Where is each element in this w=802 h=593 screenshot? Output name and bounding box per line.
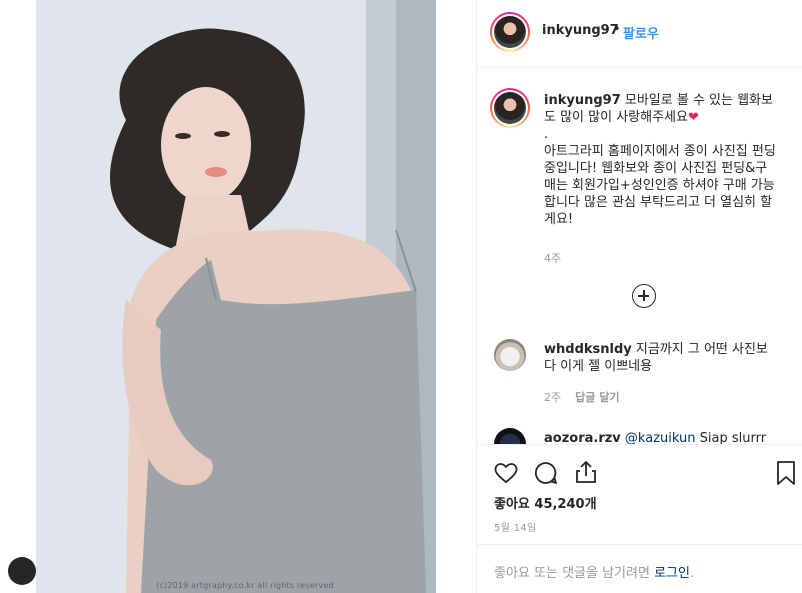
bookmark-icon[interactable] (773, 460, 799, 486)
comment-meta: 2주 답글 달기 (544, 389, 619, 405)
post-actions: 좋아요 45,240개 5월 14일 (477, 444, 802, 544)
separator-dot: • (613, 22, 621, 37)
post-page: (c)2019 artgraphy.co.kr all rights reser… (0, 0, 802, 593)
reply-button[interactable]: 답글 달기 (575, 391, 619, 404)
follow-button[interactable]: 팔로우 (623, 23, 659, 42)
login-link[interactable]: 로그인 (654, 566, 690, 581)
author-avatar[interactable] (490, 12, 530, 52)
caption-text: inkyung97 모바일로 볼 수 있는 웹화보도 많이 많이 사랑해주세요❤… (544, 92, 776, 228)
login-prompt-text: 좋아요 또는 댓글을 남기려면 (494, 566, 655, 581)
plus-circle-icon[interactable] (632, 284, 656, 308)
comment-icon[interactable] (533, 460, 559, 486)
post-details-pane: inkyung97 • 팔로우 inkyung97 모바일로 볼 수 있는 웹화… (476, 0, 802, 593)
caption-username[interactable]: inkyung97 (544, 93, 621, 108)
commenter-username[interactable]: aozora.rzv (544, 431, 621, 444)
post-date[interactable]: 5월 14일 (494, 519, 536, 534)
comment-text: whddksnldy 지금까지 그 어떤 사진보다 이게 젤 이쁘네용 (544, 341, 776, 375)
commenter-avatar[interactable] (494, 428, 526, 444)
login-prompt-suffix: . (689, 566, 695, 581)
comment-text: aozora.rzv @kazuikun Siap slurrr (544, 430, 776, 444)
comment-body: Siap slurrr (695, 431, 767, 444)
user-avatar-icon[interactable] (8, 557, 36, 585)
photo-illustration (36, 0, 436, 593)
author-username[interactable]: inkyung97 (542, 23, 619, 38)
comment-mention[interactable]: @kazuikun (625, 431, 696, 444)
commenter-username[interactable]: whddksnldy (544, 342, 632, 357)
commenter-avatar[interactable] (494, 339, 526, 371)
share-icon[interactable] (573, 459, 599, 485)
comments-section[interactable]: inkyung97 모바일로 볼 수 있는 웹화보도 많이 많이 사랑해주세요❤… (477, 69, 802, 444)
add-comment-bar: 좋아요 또는 댓글을 남기려면 로그인. (477, 544, 802, 593)
like-count[interactable]: 좋아요 45,240개 (494, 493, 597, 512)
post-header: inkyung97 • 팔로우 (477, 0, 802, 68)
photo-watermark: (c)2019 artgraphy.co.kr all rights reser… (156, 581, 334, 590)
caption-timestamp[interactable]: 4주 (544, 250, 561, 266)
heart-icon[interactable] (493, 460, 519, 486)
caption-body: . 아트그라피 홈페이지에서 종이 사진집 펀딩중입니다! 웹화보와 종이 사진… (544, 127, 776, 227)
comment-timestamp[interactable]: 2주 (544, 391, 561, 404)
login-prompt: 좋아요 또는 댓글을 남기려면 로그인. (494, 562, 694, 581)
caption-author-avatar[interactable] (490, 88, 530, 128)
heart-emoji-icon: ❤ (687, 110, 699, 125)
post-photo[interactable]: (c)2019 artgraphy.co.kr all rights reser… (36, 0, 436, 593)
